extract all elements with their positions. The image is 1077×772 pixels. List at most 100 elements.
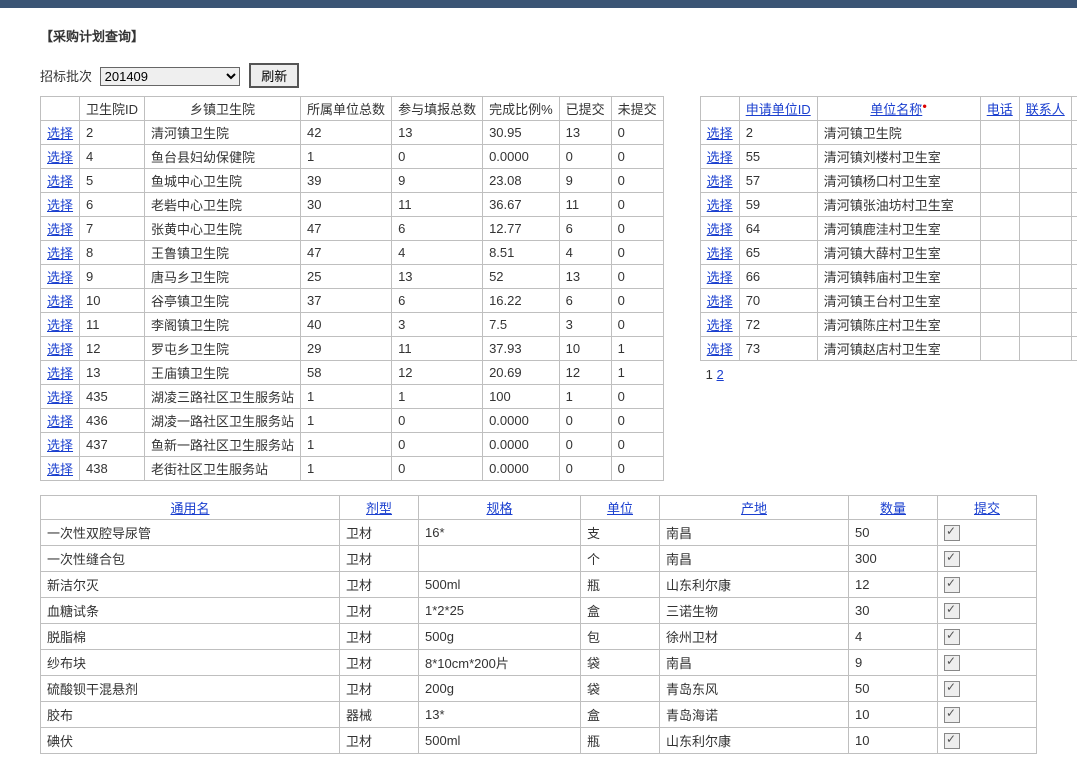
col-phone[interactable]: 电话	[987, 102, 1013, 117]
select-link[interactable]: 选择	[707, 198, 733, 213]
cell-sub: 1	[559, 385, 611, 409]
select-link[interactable]: 选择	[47, 366, 73, 381]
table-row: 选择5鱼城中心卫生院39923.0890	[41, 169, 664, 193]
cell-sub: 6	[559, 289, 611, 313]
cell-qty: 300	[849, 546, 938, 572]
checkbox-icon[interactable]	[944, 577, 960, 593]
table-row: 选择437鱼新一路社区卫生服务站100.000000	[41, 433, 664, 457]
col-unit-name[interactable]: 单位名称	[870, 102, 922, 117]
cell-submit	[938, 676, 1037, 702]
select-link[interactable]: 选择	[47, 150, 73, 165]
select-link[interactable]: 选择	[47, 126, 73, 141]
cell-unsub: 0	[611, 385, 663, 409]
checkbox-icon[interactable]	[944, 707, 960, 723]
select-link[interactable]: 选择	[47, 174, 73, 189]
select-link[interactable]: 选择	[707, 294, 733, 309]
page-2-link[interactable]: 2	[717, 367, 724, 382]
col-contact[interactable]: 联系人	[1026, 102, 1065, 117]
cell-name: 清河镇卫生院	[145, 121, 301, 145]
cell-contact	[1019, 337, 1071, 361]
unit-table: 申请单位ID 单位名称● 电话 联系人 提交 条 选择2清河镇卫生院20选择55…	[700, 96, 1077, 361]
col-sub: 已提交	[559, 97, 611, 121]
col-unit[interactable]: 单位	[607, 501, 633, 516]
select-link[interactable]: 选择	[707, 342, 733, 357]
cell-type: 卫材	[340, 572, 419, 598]
col-name: 乡镇卫生院	[145, 97, 301, 121]
cell-submit	[938, 572, 1037, 598]
select-link[interactable]: 选择	[47, 462, 73, 477]
table-row: 胶布器械13*盒青岛海诺10	[41, 702, 1037, 728]
select-link[interactable]: 选择	[47, 198, 73, 213]
checkbox-icon[interactable]	[944, 525, 960, 541]
select-link[interactable]: 选择	[47, 246, 73, 261]
cell-origin: 青岛海诺	[660, 702, 849, 728]
cell-contact	[1019, 193, 1071, 217]
cell-unsub: 1	[611, 337, 663, 361]
select-link[interactable]: 选择	[47, 222, 73, 237]
cell-ratio: 12.77	[483, 217, 560, 241]
cell-apply-id: 57	[739, 169, 817, 193]
select-link[interactable]: 选择	[47, 342, 73, 357]
cell-sub: 13	[559, 265, 611, 289]
cell-sub: 0	[559, 433, 611, 457]
cell-name: 罗屯乡卫生院	[145, 337, 301, 361]
cell-id: 4	[80, 145, 145, 169]
cell-total: 42	[301, 121, 392, 145]
cell-fill: 13	[392, 265, 483, 289]
select-link[interactable]: 选择	[47, 390, 73, 405]
cell-fill: 11	[392, 337, 483, 361]
cell-id: 13	[80, 361, 145, 385]
batch-select[interactable]: 201409	[100, 67, 240, 86]
select-link[interactable]: 选择	[47, 270, 73, 285]
cell-fill: 4	[392, 241, 483, 265]
cell-fill: 13	[392, 121, 483, 145]
cell-unsub: 0	[611, 193, 663, 217]
cell-ratio: 100	[483, 385, 560, 409]
cell-qty: 10	[849, 702, 938, 728]
select-link[interactable]: 选择	[707, 222, 733, 237]
select-link[interactable]: 选择	[707, 246, 733, 261]
cell-type: 卫材	[340, 728, 419, 754]
select-link[interactable]: 选择	[47, 294, 73, 309]
select-link[interactable]: 选择	[47, 438, 73, 453]
cell-total: 40	[301, 313, 392, 337]
checkbox-icon[interactable]	[944, 551, 960, 567]
select-link[interactable]: 选择	[707, 150, 733, 165]
select-link[interactable]: 选择	[707, 270, 733, 285]
checkbox-icon[interactable]	[944, 733, 960, 749]
cell-name: 鱼新一路社区卫生服务站	[145, 433, 301, 457]
col-qty[interactable]: 数量	[880, 501, 906, 516]
cell-fill: 0	[392, 433, 483, 457]
select-link[interactable]: 选择	[707, 174, 733, 189]
refresh-button[interactable]: 刷新	[249, 63, 299, 88]
col-origin[interactable]: 产地	[741, 501, 767, 516]
cell-phone	[980, 337, 1019, 361]
col-fill: 参与填报总数	[392, 97, 483, 121]
checkbox-icon[interactable]	[944, 681, 960, 697]
cell-submit	[938, 624, 1037, 650]
cell-unit: 盒	[581, 702, 660, 728]
select-link[interactable]: 选择	[47, 318, 73, 333]
select-link[interactable]: 选择	[707, 126, 733, 141]
required-dot-icon: ●	[922, 102, 927, 111]
table-row: 选择59清河镇张油坊村卫生室2	[700, 193, 1077, 217]
cell-phone	[980, 145, 1019, 169]
table-row: 选择10谷亭镇卫生院37616.2260	[41, 289, 664, 313]
col-submit[interactable]: 提交	[974, 501, 1000, 516]
cell-unit: 盒	[581, 598, 660, 624]
cell-total: 1	[301, 145, 392, 169]
col-spec[interactable]: 规格	[486, 501, 512, 516]
select-link[interactable]: 选择	[707, 318, 733, 333]
checkbox-icon[interactable]	[944, 629, 960, 645]
checkbox-icon[interactable]	[944, 603, 960, 619]
select-link[interactable]: 选择	[47, 414, 73, 429]
col-apply-id[interactable]: 申请单位ID	[746, 102, 811, 117]
col-type[interactable]: 剂型	[366, 501, 392, 516]
cell-name: 脱脂棉	[41, 624, 340, 650]
page-title: 【采购计划查询】	[40, 26, 1037, 45]
col-generic-name[interactable]: 通用名	[170, 501, 209, 516]
cell-unit-name: 清河镇杨口村卫生室	[817, 169, 980, 193]
cell-unit: 袋	[581, 650, 660, 676]
cell-name: 硫酸钡干混悬剂	[41, 676, 340, 702]
checkbox-icon[interactable]	[944, 655, 960, 671]
